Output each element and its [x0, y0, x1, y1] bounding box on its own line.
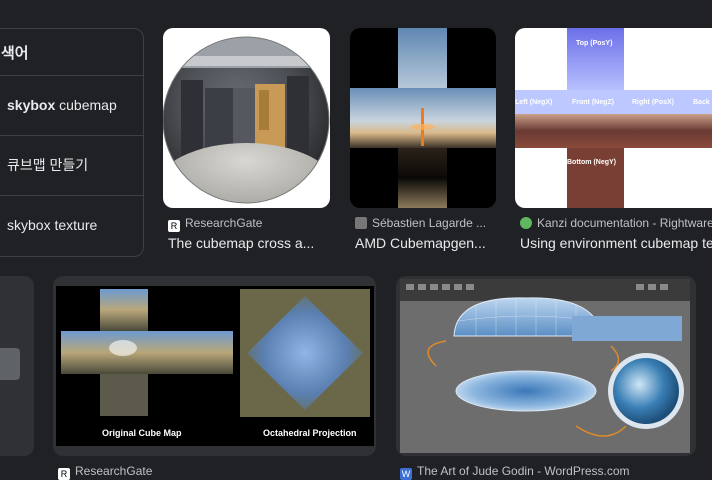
caption-octahedral-projection: Octahedral Projection: [263, 428, 357, 438]
researchgate-favicon-icon: R: [168, 220, 180, 232]
result-source-kanzi[interactable]: Kanzi documentation - Rightware: [520, 216, 712, 230]
kanzi-label-bottom: Bottom (NegY): [567, 159, 616, 166]
result-image-researchgate-sphere[interactable]: [163, 28, 330, 208]
related-item-skybox-texture[interactable]: skybox texture: [0, 196, 143, 255]
kanzi-label-left: Left (NegX): [515, 99, 552, 106]
kanzi-cubemap-image: Top (PosY) Left (NegX) Front (NegZ) Righ…: [515, 28, 712, 208]
kanzi-label-front: Front (NegZ): [572, 99, 614, 106]
result-image-amd-cubemapgen[interactable]: [350, 28, 496, 208]
result-source-researchgate-2[interactable]: R ResearchGate: [58, 464, 358, 480]
kanzi-label-top: Top (PosY): [576, 40, 612, 47]
kanzi-favicon-icon: [520, 217, 532, 229]
result-source-label: Kanzi documentation - Rightware: [537, 216, 712, 230]
related-item-label: cubemap: [55, 97, 117, 113]
related-searches-heading: 색어: [0, 29, 143, 76]
related-searches-panel: 색어 skybox cubemap 큐브맵 만들기 skybox texture: [0, 28, 144, 257]
researchgate-favicon-icon: R: [58, 468, 70, 480]
3d-dome-software-image: [400, 279, 690, 453]
kanzi-label-right: Right (PosX): [632, 99, 674, 106]
result-source-researchgate[interactable]: R ResearchGate: [168, 216, 330, 232]
result-image-jude-godin[interactable]: [396, 276, 696, 456]
fisheye-sphere-image: [163, 36, 330, 204]
result-source-label: Sébastien Lagarde ...: [372, 216, 487, 230]
octahedral-projection-image: Original Cube Map Octahedral Projection: [56, 286, 374, 446]
result-source-label: ResearchGate: [185, 216, 263, 230]
result-source-label: The Art of Jude Godin - WordPress.com: [417, 464, 630, 478]
cubemap-cross-image: [350, 28, 496, 208]
caption-original-cube-map: Original Cube Map: [102, 428, 182, 438]
related-item-label: 큐브맵 만들기: [7, 157, 89, 173]
related-item-cubemap-make[interactable]: 큐브맵 만들기: [0, 136, 143, 196]
result-title-researchgate[interactable]: The cubemap cross a...: [168, 235, 330, 251]
partial-card-chip: [0, 348, 20, 380]
result-source-label: ResearchGate: [75, 464, 153, 478]
result-source-sebastien-lagarde[interactable]: Sébastien Lagarde ...: [355, 216, 495, 230]
related-item-skybox-cubemap[interactable]: skybox cubemap: [0, 76, 143, 136]
result-source-jude-godin[interactable]: W The Art of Jude Godin - WordPress.com: [400, 464, 700, 480]
result-title-amd-cubemapgen[interactable]: AMD Cubemapgen...: [355, 235, 495, 251]
result-image-kanzi-cubemap[interactable]: Top (PosY) Left (NegX) Front (NegZ) Righ…: [515, 28, 712, 208]
kanzi-label-back: Back: [693, 99, 710, 106]
result-title-kanzi[interactable]: Using environment cubemap textu: [520, 235, 712, 251]
result-image-researchgate-octahedral[interactable]: Original Cube Map Octahedral Projection: [53, 276, 376, 456]
site-favicon-icon: [355, 217, 367, 229]
wordpress-favicon-icon: W: [400, 468, 412, 480]
related-item-bold: skybox: [7, 97, 56, 113]
related-item-label: skybox texture: [7, 217, 98, 233]
